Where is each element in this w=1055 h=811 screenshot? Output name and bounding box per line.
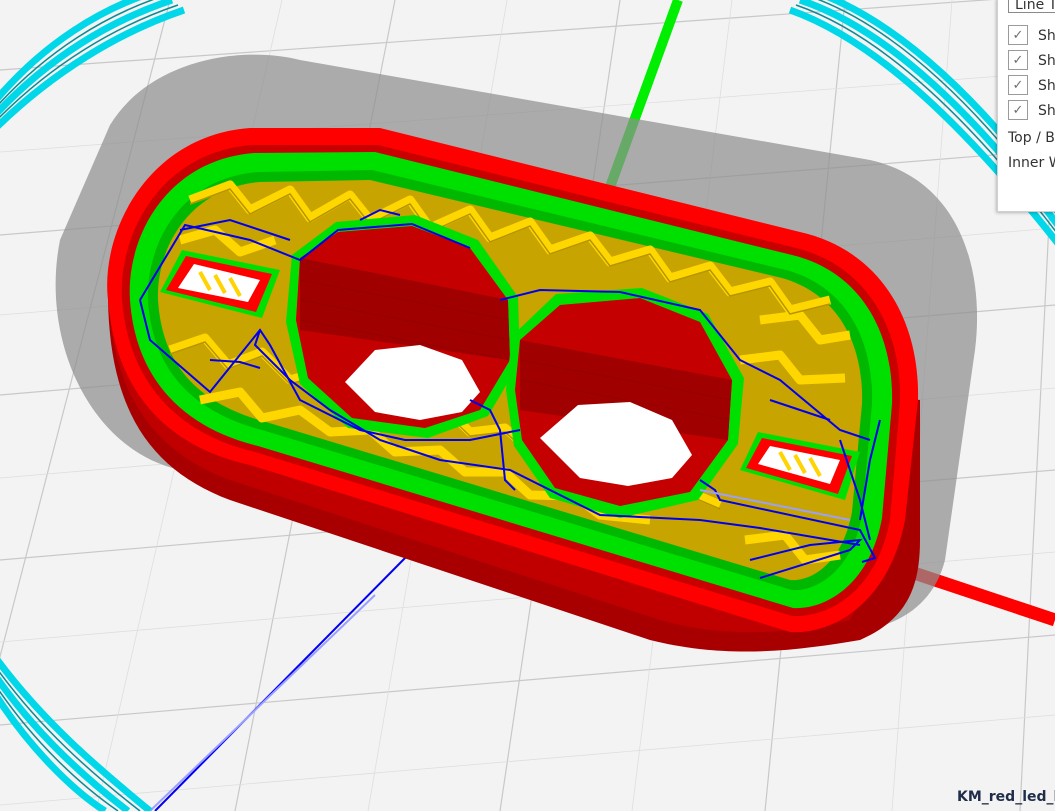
show-shell-label: Show Shell	[1038, 78, 1055, 94]
top-bottom-legend-label: Top / Bottom	[1008, 130, 1055, 146]
z-axis-line-shadow	[149, 594, 376, 811]
checkbox-checked-icon[interactable]: ✓	[1008, 50, 1028, 70]
view-settings-panel: Line Type ✓ Show Travels ✓ Show Helpers …	[997, 0, 1055, 212]
show-travels-label: Show Travels	[1038, 28, 1055, 44]
checkbox-checked-icon[interactable]: ✓	[1008, 25, 1028, 45]
view-type-dropdown[interactable]: Line Type	[1008, 0, 1055, 13]
show-helpers-label: Show Helpers	[1038, 53, 1055, 69]
checkbox-checked-icon[interactable]: ✓	[1008, 75, 1028, 95]
z-axis-line	[154, 554, 409, 811]
inner-wall-legend-label: Inner Wall	[1008, 155, 1055, 171]
3d-viewport[interactable]	[0, 0, 1055, 811]
led-hole-right	[506, 288, 744, 518]
show-helpers-toggle[interactable]: ✓ Show Helpers	[1008, 50, 1055, 72]
show-infill-label: Show Infill	[1038, 103, 1055, 119]
show-shell-toggle[interactable]: ✓ Show Shell	[1008, 75, 1055, 97]
model-filename: KM_red_led_holder	[957, 789, 1055, 805]
show-travels-toggle[interactable]: ✓ Show Travels	[1008, 25, 1055, 47]
checkbox-checked-icon[interactable]: ✓	[1008, 100, 1028, 120]
show-infill-toggle[interactable]: ✓ Show Infill	[1008, 100, 1055, 122]
